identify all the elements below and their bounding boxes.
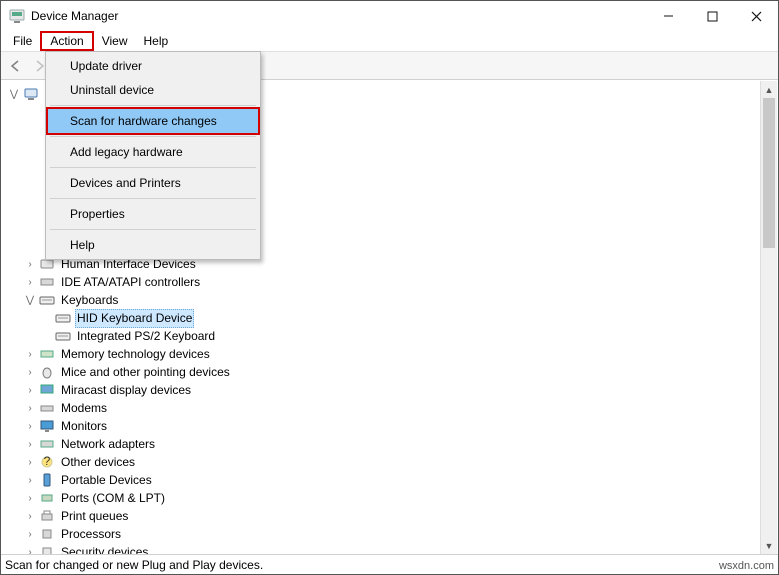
expand-icon[interactable]: ›: [23, 346, 37, 363]
status-text: Scan for changed or new Plug and Play de…: [5, 558, 263, 572]
node-label: Other devices: [59, 454, 137, 471]
expand-icon[interactable]: ›: [23, 472, 37, 489]
computer-icon: [23, 86, 39, 102]
expand-icon[interactable]: ›: [23, 256, 37, 273]
action-dropdown: Update driver Uninstall device Scan for …: [45, 51, 261, 260]
tree-item-ps2-keyboard[interactable]: Integrated PS/2 Keyboard: [7, 327, 778, 345]
collapse-icon[interactable]: ⋁: [23, 292, 37, 309]
mouse-icon: [39, 364, 55, 380]
expand-icon[interactable]: ⋁: [7, 86, 21, 103]
keyboard-icon: [55, 328, 71, 344]
node-label: Ports (COM & LPT): [59, 490, 167, 507]
menu-add-legacy-hardware[interactable]: Add legacy hardware: [48, 140, 258, 164]
tree-item-portable[interactable]: › Portable Devices: [7, 471, 778, 489]
modem-icon: [39, 400, 55, 416]
watermark: wsxdn.com: [719, 560, 774, 572]
tree-item-modems[interactable]: › Modems: [7, 399, 778, 417]
app-icon: [9, 8, 25, 24]
expand-icon[interactable]: ›: [23, 544, 37, 555]
menu-separator: [50, 229, 256, 230]
node-label: Network adapters: [59, 436, 157, 453]
node-label: Integrated PS/2 Keyboard: [75, 328, 217, 345]
menu-properties[interactable]: Properties: [48, 202, 258, 226]
ports-icon: [39, 490, 55, 506]
menu-separator: [50, 167, 256, 168]
node-label: HID Keyboard Device: [75, 309, 194, 328]
title-bar: Device Manager: [1, 1, 778, 31]
expand-icon[interactable]: ›: [23, 490, 37, 507]
portable-device-icon: [39, 472, 55, 488]
node-label: Keyboards: [59, 292, 120, 309]
menu-view[interactable]: View: [94, 31, 136, 51]
tree-item-print-queues[interactable]: › Print queues: [7, 507, 778, 525]
node-label: Security devices: [59, 544, 150, 555]
security-icon: [39, 544, 55, 554]
node-label: Miracast display devices: [59, 382, 193, 399]
expand-icon[interactable]: ›: [23, 382, 37, 399]
expand-icon[interactable]: ›: [23, 454, 37, 471]
ide-icon: [39, 274, 55, 290]
tree-item-other[interactable]: › ? Other devices: [7, 453, 778, 471]
menu-help[interactable]: Help: [48, 233, 258, 257]
close-button[interactable]: [734, 1, 778, 31]
tree-item-mice[interactable]: › Mice and other pointing devices: [7, 363, 778, 381]
maximize-button[interactable]: [690, 1, 734, 31]
tree-item-monitors[interactable]: › Monitors: [7, 417, 778, 435]
menu-scan-hardware-changes[interactable]: Scan for hardware changes: [46, 107, 260, 135]
node-label: Monitors: [59, 418, 109, 435]
tree-item-keyboards[interactable]: ⋁ Keyboards: [7, 291, 778, 309]
expand-icon[interactable]: ›: [23, 364, 37, 381]
node-label: Print queues: [59, 508, 130, 525]
node-label: Modems: [59, 400, 109, 417]
menu-file[interactable]: File: [5, 31, 40, 51]
expand-icon[interactable]: ›: [23, 508, 37, 525]
menu-separator: [50, 198, 256, 199]
tree-item-network[interactable]: › Network adapters: [7, 435, 778, 453]
status-bar: Scan for changed or new Plug and Play de…: [1, 554, 778, 574]
memory-icon: [39, 346, 55, 362]
menu-separator: [50, 136, 256, 137]
monitor-icon: [39, 418, 55, 434]
network-icon: [39, 436, 55, 452]
node-label: Mice and other pointing devices: [59, 364, 232, 381]
other-device-icon: ?: [39, 454, 55, 470]
expand-icon[interactable]: ›: [23, 418, 37, 435]
scroll-down-button[interactable]: ▼: [761, 537, 777, 554]
keyboard-icon: [39, 292, 55, 308]
window-controls: [646, 1, 778, 31]
node-label: IDE ATA/ATAPI controllers: [59, 274, 202, 291]
menu-action[interactable]: Action: [40, 31, 93, 51]
scroll-up-button[interactable]: ▲: [761, 81, 777, 98]
window-title: Device Manager: [31, 9, 646, 23]
tree-item-security[interactable]: › Security devices: [7, 543, 778, 554]
expand-icon[interactable]: ›: [23, 526, 37, 543]
node-label: Portable Devices: [59, 472, 154, 489]
printer-icon: [39, 508, 55, 524]
keyboard-icon: [55, 310, 71, 326]
svg-text:?: ?: [44, 454, 51, 468]
menu-uninstall-device[interactable]: Uninstall device: [48, 78, 258, 102]
tree-item-ide[interactable]: › IDE ATA/ATAPI controllers: [7, 273, 778, 291]
tree-item-miracast[interactable]: › Miracast display devices: [7, 381, 778, 399]
processor-icon: [39, 526, 55, 542]
expand-icon[interactable]: ›: [23, 400, 37, 417]
menu-update-driver[interactable]: Update driver: [48, 54, 258, 78]
expand-icon[interactable]: ›: [23, 274, 37, 291]
back-button[interactable]: [5, 55, 27, 77]
tree-item-processors[interactable]: › Processors: [7, 525, 778, 543]
menu-bar: File Action View Help: [1, 31, 778, 52]
node-label: Memory technology devices: [59, 346, 212, 363]
scroll-thumb[interactable]: [763, 98, 775, 248]
node-label: Processors: [59, 526, 123, 543]
menu-help[interactable]: Help: [136, 31, 177, 51]
vertical-scrollbar[interactable]: ▲ ▼: [760, 81, 777, 554]
menu-separator: [50, 105, 256, 106]
menu-devices-and-printers[interactable]: Devices and Printers: [48, 171, 258, 195]
minimize-button[interactable]: [646, 1, 690, 31]
expand-icon[interactable]: ›: [23, 436, 37, 453]
display-icon: [39, 382, 55, 398]
tree-item-hid-keyboard[interactable]: HID Keyboard Device: [7, 309, 778, 327]
tree-item-memtech[interactable]: › Memory technology devices: [7, 345, 778, 363]
tree-item-ports[interactable]: › Ports (COM & LPT): [7, 489, 778, 507]
